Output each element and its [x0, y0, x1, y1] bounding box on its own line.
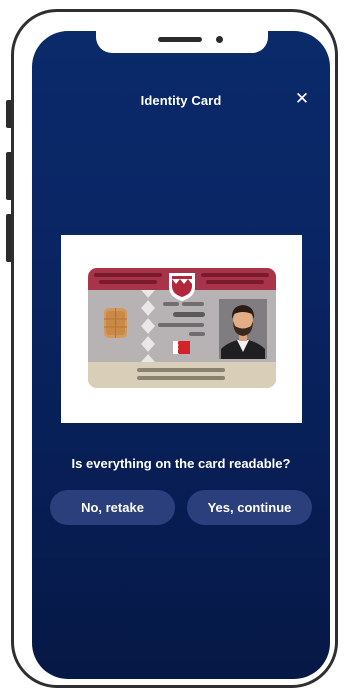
id-card-illustration [88, 268, 276, 388]
close-icon[interactable]: ✕ [292, 89, 312, 109]
speaker [158, 37, 202, 42]
app-screen: Identity Card ✕ Is everything on the car… [32, 31, 330, 679]
notch [96, 31, 268, 53]
readability-question: Is everything on the card readable? [71, 456, 291, 471]
flag-icon [173, 341, 190, 354]
front-camera [216, 36, 223, 43]
device-frame: Identity Card ✕ Is everything on the car… [0, 0, 347, 692]
card-footer-band [88, 362, 276, 388]
continue-button[interactable]: Yes, continue [187, 490, 312, 525]
retake-button[interactable]: No, retake [50, 490, 175, 525]
card-preview [61, 235, 302, 423]
chip-icon [104, 308, 127, 338]
portrait-icon [219, 299, 267, 359]
page-title: Identity Card [140, 93, 222, 108]
